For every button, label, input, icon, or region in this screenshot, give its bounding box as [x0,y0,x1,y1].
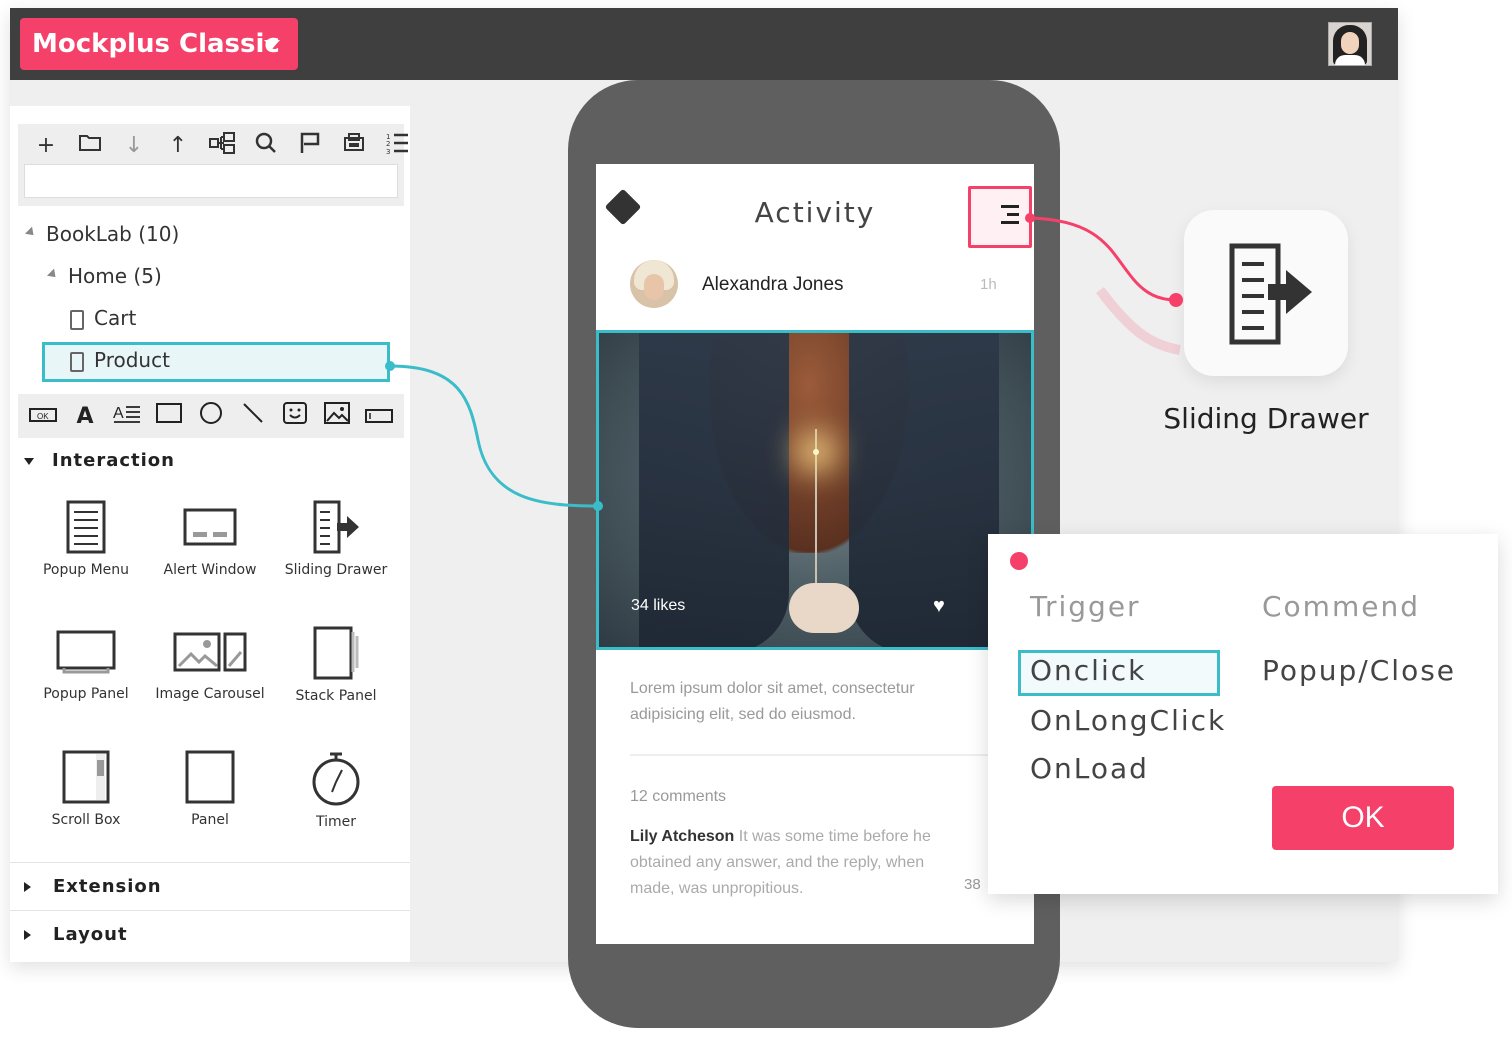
comment-item: Lily Atcheson It was some time before he… [630,824,970,902]
widget-popup-menu[interactable]: Popup Menu [26,500,146,578]
paragraph-icon[interactable]: A [106,402,148,430]
expand-icon [24,882,31,892]
comments-count[interactable]: 12 comments [630,788,726,806]
components-toolbar: OK A A [18,394,404,438]
panel-icon [185,750,235,804]
command-heading: Commend [1262,590,1420,623]
comment-time: 38 [964,876,981,893]
post-author: Alexandra Jones [702,274,844,295]
widget-alert-window[interactable]: Alert Window [150,500,270,578]
folder-icon[interactable] [68,132,112,160]
widget-timer[interactable]: Timer [276,750,396,830]
page-icon [70,351,84,372]
timer-icon [312,752,360,806]
likes-count: 34 likes [631,597,686,614]
divider [630,754,1034,756]
section-divider [10,910,410,911]
sliding-drawer-label: Sliding Drawer [1163,402,1369,435]
phone-screen: Activity Alexandra Jones 1h 34 likes ♥ L… [596,164,1034,944]
alert-window-icon [183,508,237,546]
post-image[interactable]: 34 likes ♥ [596,330,1034,650]
widget-panel[interactable]: Panel [150,750,270,828]
line-icon[interactable] [232,402,274,430]
widget-scroll-box[interactable]: Scroll Box [26,750,146,828]
section-layout[interactable]: Layout [24,924,128,945]
command-option-popup-close[interactable]: Popup/Close [1262,654,1456,687]
section-interaction[interactable]: Interaction [24,450,175,471]
page-toolbar: + ↓ ↑ 123 [18,124,408,206]
export-icon[interactable] [332,132,376,160]
interaction-dialog: Trigger Commend Onclick OnLongClick OnLo… [988,534,1498,894]
menu-icon [1001,205,1019,208]
product-switcher-button[interactable]: Mockplus Classic [20,18,298,70]
sliding-drawer-icon [1229,243,1312,345]
expand-icon [46,268,60,281]
section-extension[interactable]: Extension [24,876,162,897]
user-avatar-icon[interactable] [1328,22,1372,66]
widget-popup-panel[interactable]: Popup Panel [26,626,146,702]
circle-icon[interactable] [190,401,232,431]
top-bar: Mockplus Classic [10,8,1398,80]
page-search-input[interactable] [24,164,398,198]
emoji-icon[interactable] [274,402,316,430]
section-divider [10,862,410,863]
tree-folder-home[interactable]: Home (5) [46,264,162,288]
list-icon[interactable]: 123 [376,132,420,160]
heart-icon[interactable]: ♥ [933,595,945,618]
tree-page-cart[interactable]: Cart [70,306,136,330]
trigger-option-onload[interactable]: OnLoad [1030,752,1149,785]
svg-text:OK: OK [37,412,49,421]
brand-label: Mockplus Classic [32,29,280,59]
sliding-drawer-icon [313,500,359,554]
widget-image-carousel[interactable]: Image Carousel [150,626,270,702]
widget-sliding-drawer[interactable]: Sliding Drawer [276,500,396,578]
plus-icon[interactable]: + [24,132,68,160]
svg-text:2: 2 [386,140,390,148]
collapse-icon [24,457,34,465]
hierarchy-icon[interactable] [200,132,244,160]
move-up-icon[interactable]: ↑ [156,132,200,160]
image-icon[interactable] [316,402,358,430]
tree-page-product[interactable]: Product [70,348,170,372]
move-down-icon[interactable]: ↓ [112,132,156,160]
chevron-down-icon [264,40,280,49]
trigger-option-onclick[interactable]: Onclick [1030,654,1146,687]
sliding-drawer-tile[interactable] [1184,210,1348,376]
tree-root-booklab[interactable]: BookLab (10) [24,222,179,246]
flag-icon[interactable] [288,132,332,160]
trigger-option-onlongclick[interactable]: OnLongClick [1030,704,1226,737]
image-carousel-icon [173,632,247,672]
svg-text:A: A [113,405,124,422]
expand-icon [24,930,31,940]
svg-text:3: 3 [386,148,390,154]
project-panel: + ↓ ↑ 123 BookLab (10) Home (5) Cart Pro… [10,106,410,962]
popup-menu-icon [66,500,106,554]
input-icon[interactable] [358,404,400,429]
ok-button[interactable]: OK [1272,786,1454,850]
scroll-box-icon [62,750,110,804]
page-icon [70,309,84,330]
rectangle-icon[interactable] [148,403,190,429]
stack-panel-icon [313,626,359,680]
widget-stack-panel[interactable]: Stack Panel [276,626,396,704]
comment-author: Lily Atcheson [630,828,735,845]
post-body: Lorem ipsum dolor sit amet, consectetur … [630,680,915,723]
expand-icon [24,226,38,239]
author-avatar[interactable] [630,260,678,308]
search-icon[interactable] [244,132,288,160]
popup-panel-icon [56,630,116,674]
close-dot-icon[interactable] [1010,552,1028,570]
trigger-heading: Trigger [1030,590,1141,623]
text-icon[interactable]: A [64,404,106,429]
post-time: 1h [980,276,997,293]
hamburger-menu-button[interactable] [968,186,1032,248]
button-icon[interactable]: OK [22,404,64,429]
